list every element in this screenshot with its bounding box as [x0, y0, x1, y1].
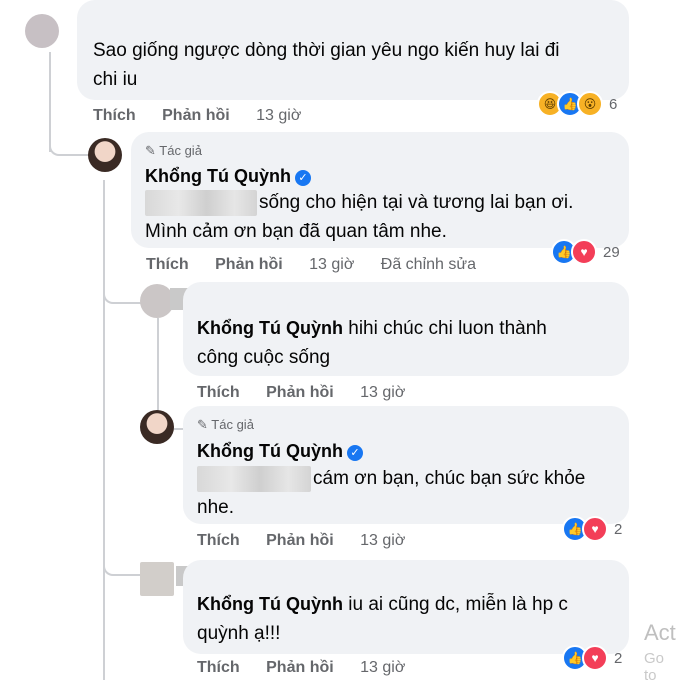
timestamp[interactable]: 13 giờ — [360, 532, 405, 549]
comment-actions: Thích Phản hồi 13 giờ — [93, 107, 323, 125]
avatar[interactable] — [140, 562, 174, 596]
thread-connector — [103, 540, 141, 576]
comment-text: iu ai cũng dc, miễn là hp c — [348, 594, 568, 615]
timestamp[interactable]: 13 giờ — [256, 107, 301, 124]
reaction-summary[interactable]: 👍 ♥ 2 — [562, 516, 623, 542]
like-button[interactable]: Thích — [146, 256, 189, 273]
comment-bubble: ✎ Tác giả Khổng Tú Quỳnh ✓ cám ơn bạn, ch… — [183, 406, 629, 524]
reply-button[interactable]: Phản hồi — [215, 256, 283, 273]
love-reaction-icon: ♥ — [571, 239, 597, 265]
verified-icon: ✓ — [294, 170, 311, 186]
comment-text: quỳnh ạ!!! — [197, 623, 281, 644]
comment-bubble: Sao giống ngược dòng thời gian yêu ngo k… — [77, 0, 629, 100]
reaction-summary[interactable]: 👍 ♥ 2 — [562, 645, 623, 671]
love-reaction-icon: ♥ — [582, 645, 608, 671]
comment-actions: Thích Phản hồi 13 giờ — [197, 659, 427, 677]
verified-icon: ✓ — [346, 445, 363, 461]
comment-bubble: ✎ Tác giả Khổng Tú Quỳnh ✓ sống cho hiện … — [131, 132, 629, 248]
commenter-name[interactable]: Khổng Tú Quỳnh — [145, 166, 291, 186]
timestamp[interactable]: 13 giờ — [309, 256, 354, 273]
love-reaction-icon: ♥ — [582, 516, 608, 542]
comment-text: cám ơn bạn, chúc bạn sức khỏe — [313, 468, 586, 489]
comment-actions: Thích Phản hồi 13 giờ Đã chỉnh sửa — [146, 256, 498, 274]
comment-actions: Thích Phản hồi 13 giờ — [197, 532, 427, 550]
author-tag-label: Tác giả — [211, 417, 254, 432]
reply-button[interactable]: Phản hồi — [162, 107, 230, 124]
blurred-mention — [197, 466, 311, 492]
like-button[interactable]: Thích — [197, 532, 240, 549]
thread-connector — [49, 120, 91, 156]
comment-actions: Thích Phản hồi 13 giờ — [197, 384, 427, 402]
comment-text: Mình cảm ơn bạn đã quan tâm nhe. — [145, 221, 447, 242]
edited-label: Đã chỉnh sửa — [380, 256, 476, 273]
mentioned-user[interactable]: Khổng Tú Quỳnh — [197, 594, 343, 614]
timestamp[interactable]: 13 giờ — [360, 659, 405, 676]
reply-button[interactable]: Phản hồi — [266, 384, 334, 401]
comment-text: Sao giống ngược dòng thời gian yêu ngo k… — [93, 40, 560, 61]
wow-reaction-icon: 😮 — [577, 91, 603, 117]
avatar[interactable] — [25, 14, 59, 48]
like-button[interactable]: Thích — [197, 659, 240, 676]
thread-line — [103, 180, 105, 680]
reply-button[interactable]: Phản hồi — [266, 659, 334, 676]
reaction-count: 2 — [614, 520, 623, 538]
comment-bubble: Khổng Tú Quỳnh iu ai cũng dc, miễn là hp… — [183, 560, 629, 654]
thread-connector — [103, 270, 141, 304]
reply-button[interactable]: Phản hồi — [266, 532, 334, 549]
reaction-summary[interactable]: 👍 ♥ 29 — [551, 239, 620, 265]
activation-watermark-sub: Go to — [644, 650, 665, 684]
comment-text: hihi chúc chi luon thành — [348, 318, 547, 339]
mentioned-user[interactable]: Khổng Tú Quỳnh — [197, 318, 343, 338]
comment-text: chi iu — [93, 69, 138, 90]
commenter-name[interactable]: Khổng Tú Quỳnh — [197, 441, 343, 461]
reaction-count: 29 — [603, 243, 620, 261]
comment-text: công cuộc sống — [197, 347, 331, 368]
author-avatar[interactable] — [140, 410, 174, 444]
comment-text: nhe. — [197, 497, 234, 518]
pencil-icon: ✎ — [145, 143, 156, 158]
author-tag-label: Tác giả — [159, 143, 202, 158]
avatar[interactable] — [140, 284, 174, 318]
reaction-summary[interactable]: 😆 👍 😮 6 — [537, 91, 618, 117]
blurred-mention — [145, 190, 257, 216]
comment-bubble: Khổng Tú Quỳnh hihi chúc chi luon thành … — [183, 282, 629, 376]
reaction-count: 6 — [609, 95, 618, 113]
like-button[interactable]: Thích — [197, 384, 240, 401]
comment-text: sống cho hiện tại và tương lai bạn ơi. — [259, 192, 574, 213]
activation-watermark: Act — [644, 620, 676, 645]
reaction-count: 2 — [614, 649, 623, 667]
timestamp[interactable]: 13 giờ — [360, 384, 405, 401]
pencil-icon: ✎ — [197, 417, 208, 432]
like-button[interactable]: Thích — [93, 107, 136, 124]
author-avatar[interactable] — [88, 138, 122, 172]
